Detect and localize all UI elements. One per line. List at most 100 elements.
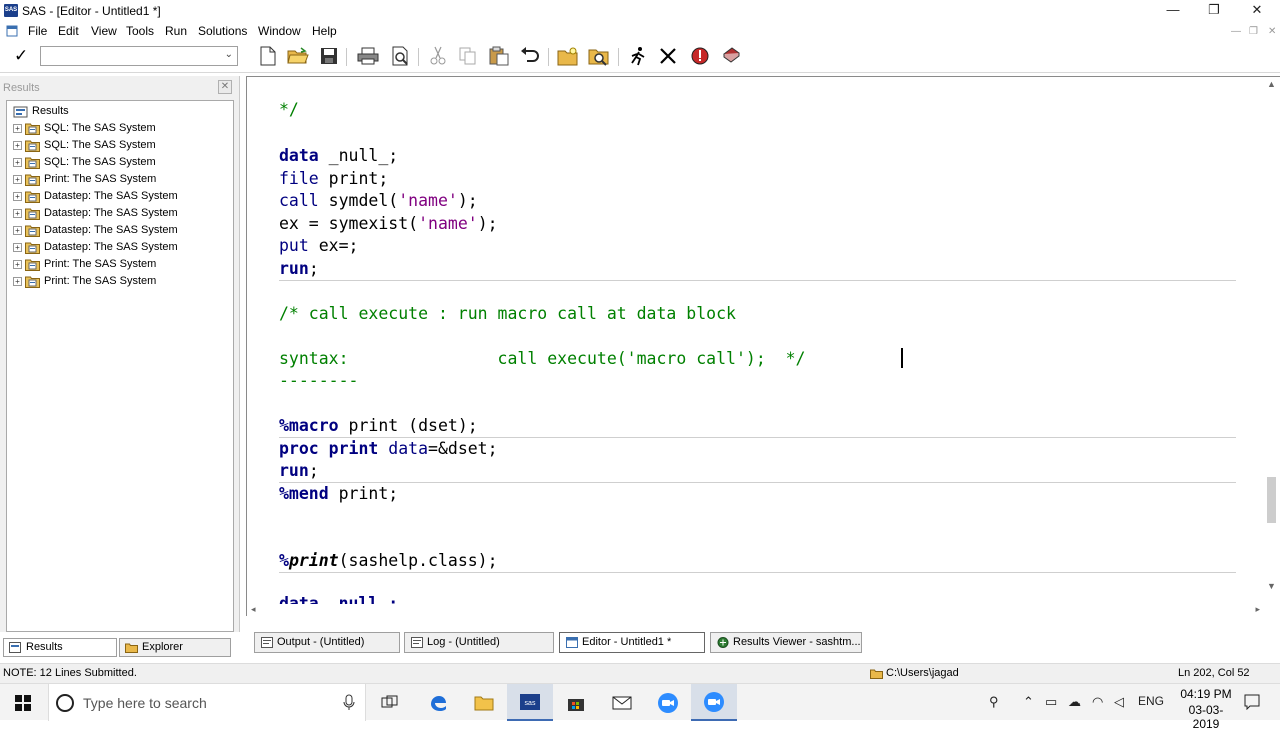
sas-taskbar-icon[interactable]: sas	[507, 684, 553, 721]
menu-file[interactable]: File	[28, 24, 47, 38]
code-line[interactable]: put ex=;	[279, 235, 358, 257]
submit-command-check-icon[interactable]: ✓	[14, 46, 28, 66]
people-icon[interactable]: ⚲	[989, 694, 999, 710]
mdi-minimize-icon[interactable]: —	[1231, 26, 1241, 37]
taskbar-search-box[interactable]: Type here to search	[48, 684, 366, 721]
expand-plus-icon[interactable]: +	[13, 175, 22, 184]
menu-tools[interactable]: Tools	[126, 24, 154, 38]
expand-plus-icon[interactable]: +	[13, 209, 22, 218]
mail-icon[interactable]	[599, 684, 645, 721]
expand-plus-icon[interactable]: +	[13, 124, 22, 133]
zoom-icon[interactable]	[645, 684, 691, 721]
save-icon[interactable]	[317, 45, 341, 67]
tab-log[interactable]: Log - (Untitled)	[404, 632, 554, 653]
scroll-down-icon[interactable]: ▼	[1267, 581, 1276, 591]
cloud-icon[interactable]: ☁	[1068, 694, 1081, 710]
close-button[interactable]: ✕	[1234, 0, 1280, 22]
code-text: _null_;	[318, 146, 399, 165]
scroll-right-icon[interactable]: ▸	[1255, 604, 1260, 615]
code-line[interactable]: call symdel('name');	[279, 190, 478, 212]
explorer-icon[interactable]	[587, 45, 611, 67]
network-icon[interactable]: ▭	[1045, 694, 1057, 710]
expand-plus-icon[interactable]: +	[13, 158, 22, 167]
mdi-close-icon[interactable]: ✕	[1268, 26, 1276, 37]
clock-date[interactable]: 03-03-2019	[1176, 703, 1236, 731]
menu-window[interactable]: Window	[258, 24, 301, 38]
print-icon[interactable]	[356, 45, 380, 67]
mdi-restore-icon[interactable]: ❐	[1249, 26, 1258, 37]
expand-plus-icon[interactable]: +	[13, 260, 22, 269]
code-text: (sashelp.class);	[338, 551, 498, 570]
scroll-up-icon[interactable]: ▲	[1267, 79, 1276, 89]
chevron-down-icon[interactable]: ⌄	[225, 49, 233, 60]
open-icon[interactable]	[286, 45, 310, 67]
code-line[interactable]: run;	[279, 460, 319, 482]
expand-plus-icon[interactable]: +	[13, 226, 22, 235]
file-explorer-icon[interactable]	[461, 684, 507, 721]
horizontal-scrollbar[interactable]: ◂ ▸	[247, 604, 1264, 616]
current-folder[interactable]: C:\Users\jagad	[886, 667, 959, 679]
expand-plus-icon[interactable]: +	[13, 243, 22, 252]
volume-icon[interactable]: ◁	[1114, 694, 1124, 710]
tab-editor[interactable]: Editor - Untitled1 *	[559, 632, 705, 653]
scroll-left-icon[interactable]: ◂	[251, 604, 256, 615]
close-icon[interactable]: ✕	[218, 80, 232, 94]
menu-help[interactable]: Help	[312, 24, 337, 38]
edge-browser-icon[interactable]	[415, 684, 461, 721]
expand-plus-icon[interactable]: +	[13, 277, 22, 286]
tab-explorer[interactable]: Explorer	[119, 638, 231, 657]
menu-edit[interactable]: Edit	[58, 24, 79, 38]
break-icon[interactable]	[688, 45, 712, 67]
task-view-icon[interactable]	[367, 684, 413, 721]
submit-running-man-icon[interactable]	[626, 45, 650, 67]
zoom-meeting-icon[interactable]	[691, 684, 737, 721]
results-tree[interactable]: Results + SQL: The SAS System + SQL: The SA…	[6, 100, 234, 632]
tab-output[interactable]: Output - (Untitled)	[254, 632, 400, 653]
chevron-up-icon[interactable]: ⌃	[1023, 694, 1034, 710]
cut-icon[interactable]	[426, 45, 450, 67]
cursor-position: Ln 202, Col 52	[1178, 667, 1250, 679]
code-line[interactable]: ex = symexist('name');	[279, 213, 498, 235]
tab-results[interactable]: Results	[3, 638, 117, 657]
new-library-icon[interactable]	[556, 45, 580, 67]
code-line[interactable]: proc print data=&dset;	[279, 438, 498, 460]
clear-all-icon[interactable]	[656, 45, 680, 67]
command-box[interactable]: ⌄	[40, 46, 238, 66]
menu-view[interactable]: View	[91, 24, 117, 38]
restore-button[interactable]: ❐	[1191, 0, 1237, 22]
code-text: ex =	[279, 214, 329, 233]
new-icon[interactable]	[256, 45, 280, 67]
windows-start-icon[interactable]	[0, 684, 46, 721]
store-icon[interactable]	[553, 684, 599, 721]
expand-plus-icon[interactable]: +	[13, 141, 22, 150]
code-line[interactable]: --------	[279, 370, 358, 392]
copy-icon[interactable]	[456, 45, 480, 67]
menu-solutions[interactable]: Solutions	[198, 24, 247, 38]
code-line[interactable]: data _null_;	[279, 145, 398, 167]
vertical-scrollbar[interactable]: ▲ ▼	[1263, 77, 1280, 605]
code-line[interactable]: %mend print;	[279, 483, 398, 505]
help-book-icon[interactable]	[719, 45, 743, 67]
print-preview-icon[interactable]	[389, 45, 413, 67]
code-area[interactable]: */ − data _null_; file print; call symde…	[279, 77, 1264, 605]
code-line[interactable]: file print;	[279, 168, 388, 190]
code-line[interactable]: %macro print (dset);	[279, 415, 478, 437]
paste-icon[interactable]	[487, 45, 511, 67]
undo-icon[interactable]	[518, 45, 542, 67]
code-line[interactable]: syntax: call execute('macro call'); */	[279, 348, 806, 370]
clock-time[interactable]: 04:19 PM	[1176, 687, 1236, 701]
code-line[interactable]: /* call execute : run macro call at data…	[279, 303, 736, 325]
program-editor[interactable]: */ − data _null_; file print; call symde…	[246, 76, 1280, 616]
microphone-icon[interactable]	[343, 694, 355, 711]
language-indicator[interactable]: ENG	[1138, 694, 1164, 708]
tab-results-viewer[interactable]: Results Viewer - sashtm...	[710, 632, 862, 653]
notifications-icon[interactable]	[1244, 694, 1260, 710]
code-line[interactable]: */	[279, 99, 299, 121]
vertical-scroll-thumb[interactable]	[1267, 477, 1276, 523]
code-line[interactable]: run;	[279, 258, 319, 280]
expand-plus-icon[interactable]: +	[13, 192, 22, 201]
menu-run[interactable]: Run	[165, 24, 187, 38]
minimize-button[interactable]: —	[1150, 0, 1196, 22]
wifi-icon[interactable]: ◠	[1092, 694, 1103, 710]
code-line[interactable]: %print(sashelp.class);	[279, 550, 498, 572]
